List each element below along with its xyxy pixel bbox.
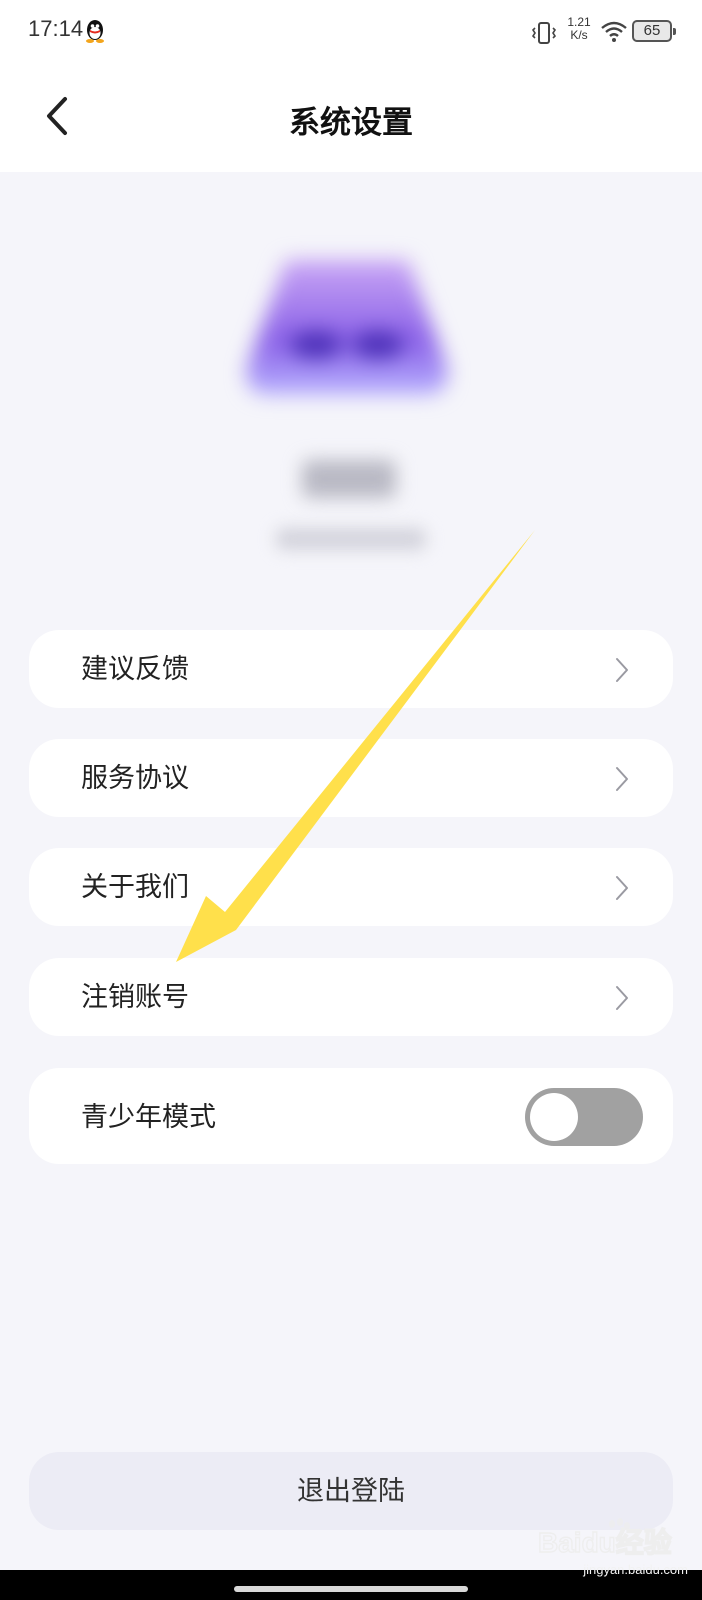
toggle-knob <box>530 1093 578 1141</box>
logout-button[interactable]: 退出登陆 <box>29 1452 673 1530</box>
wifi-icon <box>600 20 628 44</box>
user-name <box>302 460 396 498</box>
user-id <box>276 528 426 550</box>
menu-item-label: 服务协议 <box>81 763 189 794</box>
menu-item-teen-mode: 青少年模式 <box>29 1068 673 1164</box>
back-button[interactable] <box>34 94 78 138</box>
page-title: 系统设置 <box>289 105 413 141</box>
teen-mode-toggle[interactable] <box>525 1088 643 1146</box>
menu-item-label: 建议反馈 <box>81 654 189 685</box>
qq-icon <box>84 18 106 44</box>
menu-item-about-us[interactable]: 关于我们 <box>29 848 673 926</box>
menu-item-delete-account[interactable]: 注销账号 <box>29 958 673 1036</box>
avatar[interactable] <box>236 250 458 410</box>
menu-item-label: 关于我们 <box>81 872 189 903</box>
chevron-right-icon <box>616 986 628 1010</box>
battery-indicator: 65 <box>632 20 676 42</box>
menu-item-feedback[interactable]: 建议反馈 <box>29 630 673 708</box>
chevron-left-icon <box>47 97 67 135</box>
vibrate-icon <box>531 20 557 46</box>
chevron-right-icon <box>616 876 628 900</box>
menu-item-label: 注销账号 <box>81 982 189 1013</box>
network-speed-unit: K/s <box>570 28 588 42</box>
menu-item-service-agreement[interactable]: 服务协议 <box>29 739 673 817</box>
network-speed: 1.21 K/s <box>564 16 594 42</box>
navigation-bar <box>0 1570 702 1600</box>
chevron-right-icon <box>616 767 628 791</box>
chevron-right-icon <box>616 658 628 682</box>
network-speed-value: 1.21 <box>567 15 591 29</box>
teen-mode-label: 青少年模式 <box>81 1102 216 1133</box>
home-indicator[interactable] <box>234 1586 468 1592</box>
header: 系统设置 <box>0 64 702 172</box>
baidu-logo-text: Baidu经验 <box>538 1526 672 1558</box>
status-time: 17:14 <box>28 16 84 41</box>
status-bar: 17:14 1.21 K/s 65 <box>0 0 702 64</box>
